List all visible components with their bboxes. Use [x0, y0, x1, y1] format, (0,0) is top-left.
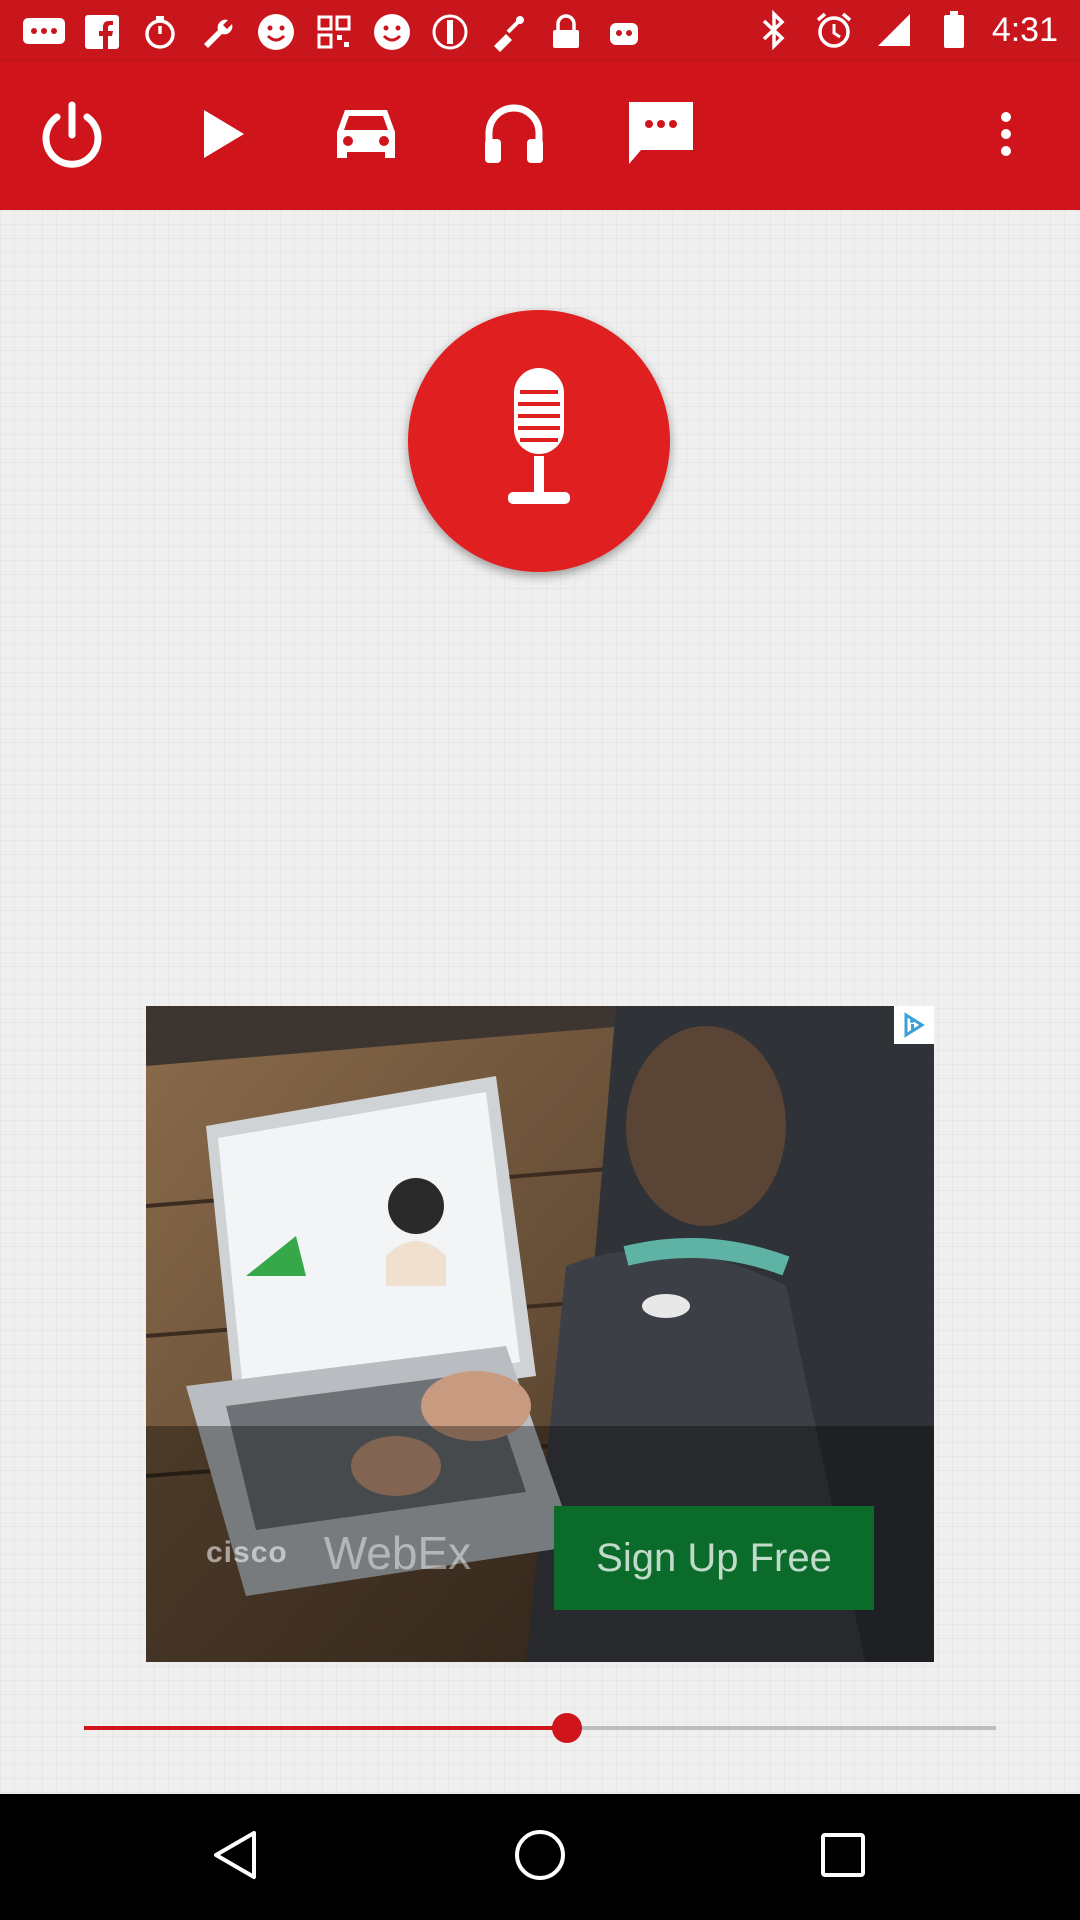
- car-mode-button[interactable]: [322, 92, 410, 180]
- car-icon: [331, 104, 401, 169]
- ad-brand: cisco WebEx: [206, 1526, 471, 1580]
- navigation-bar: [0, 1794, 1080, 1920]
- app-toolbar: [0, 62, 1080, 210]
- robot-icon: [602, 10, 646, 54]
- seek-bar-progress: [84, 1726, 568, 1730]
- status-bar: 4:31: [0, 0, 1080, 62]
- play-icon: [194, 106, 250, 167]
- play-button[interactable]: [178, 92, 266, 180]
- headphones-icon: [481, 101, 547, 172]
- notification-icons: [22, 10, 646, 54]
- more-vert-icon: [996, 110, 1016, 163]
- headphones-button[interactable]: [470, 92, 558, 180]
- system-icons: 4:31: [752, 8, 1058, 52]
- facebook-icon: [80, 10, 124, 54]
- clock: 4:31: [991, 10, 1058, 49]
- seek-bar[interactable]: [84, 1713, 996, 1743]
- qr-icon: [312, 10, 356, 54]
- battery-icon: [932, 8, 976, 52]
- timer-icon: [138, 10, 182, 54]
- smiley-icon: [254, 10, 298, 54]
- back-icon: [212, 1829, 258, 1886]
- chat-button[interactable]: [617, 92, 705, 180]
- signal-icon: [872, 8, 916, 52]
- bluetooth-icon: [752, 8, 796, 52]
- recents-button[interactable]: [808, 1822, 878, 1892]
- wrench-icon: [196, 10, 240, 54]
- recents-icon: [820, 1832, 866, 1883]
- home-button[interactable]: [505, 1822, 575, 1892]
- ad-banner[interactable]: cisco WebEx Sign Up Free: [146, 1006, 934, 1662]
- fake-gps-icon: [486, 10, 530, 54]
- microphone-icon: [494, 364, 584, 519]
- adchoices-icon[interactable]: [894, 1006, 934, 1044]
- lock-icon: [544, 10, 588, 54]
- sign-up-button[interactable]: Sign Up Free: [554, 1506, 874, 1610]
- home-icon: [513, 1828, 567, 1887]
- alarm-icon: [812, 8, 856, 52]
- chat-icon: [625, 98, 697, 175]
- ad-brand-name: cisco: [206, 1536, 288, 1569]
- power-button[interactable]: [28, 92, 116, 180]
- record-button[interactable]: [408, 310, 670, 572]
- message-icon: [22, 10, 66, 54]
- smiley-icon: [370, 10, 414, 54]
- ad-product-name: WebEx: [323, 1527, 472, 1579]
- no-entry-icon: [428, 10, 472, 54]
- more-options-button[interactable]: [962, 92, 1050, 180]
- power-icon: [37, 99, 107, 174]
- back-button[interactable]: [200, 1822, 270, 1892]
